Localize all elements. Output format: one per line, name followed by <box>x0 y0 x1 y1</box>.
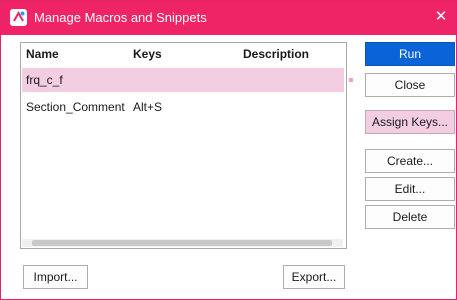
close-button[interactable]: Close <box>365 73 455 97</box>
assign-keys-button[interactable]: Assign Keys... <box>365 110 455 134</box>
edit-button[interactable]: Edit... <box>365 177 455 201</box>
table-row[interactable]: frq_c_f <box>22 68 344 92</box>
create-button[interactable]: Create... <box>365 149 455 173</box>
title-bar[interactable]: Manage Macros and Snippets ✕ <box>1 1 456 35</box>
macro-app-icon <box>10 9 27 26</box>
macros-list[interactable]: Name Keys Description frq_c_f Section_Co… <box>20 42 347 249</box>
macro-keys: Alt+S <box>133 100 163 114</box>
window-title: Manage Macros and Snippets <box>34 10 207 25</box>
splitter-handle[interactable] <box>349 78 353 82</box>
macro-name: Section_Comment <box>26 100 125 114</box>
close-icon[interactable]: ✕ <box>432 8 450 26</box>
scrollbar-thumb[interactable] <box>32 240 332 246</box>
delete-button[interactable]: Delete <box>365 205 455 229</box>
column-header-description[interactable]: Description <box>243 47 309 61</box>
column-header-name[interactable]: Name <box>26 47 59 61</box>
macro-name: frq_c_f <box>26 73 63 87</box>
column-header-keys[interactable]: Keys <box>133 47 162 61</box>
manage-macros-dialog: Manage Macros and Snippets ✕ Name Keys D… <box>0 0 457 300</box>
table-row[interactable]: Section_Comment Alt+S <box>22 95 344 119</box>
run-button[interactable]: Run <box>365 42 455 66</box>
import-button[interactable]: Import... <box>23 265 88 289</box>
export-button[interactable]: Export... <box>283 265 345 289</box>
horizontal-scrollbar[interactable] <box>22 239 343 247</box>
